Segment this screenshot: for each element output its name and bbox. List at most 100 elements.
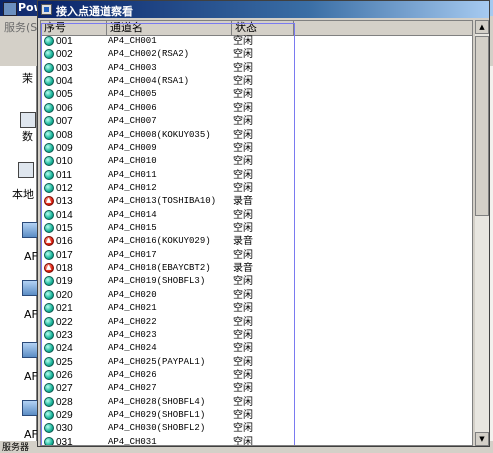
channel-name: AP4_CH011 xyxy=(108,169,157,180)
channel-id: 025 xyxy=(56,356,73,368)
scroll-down-button[interactable]: ▼ xyxy=(475,432,489,446)
channel-id: 004 xyxy=(56,76,73,88)
table-row[interactable]: 013 AP4_CH013(TOSHIBA10) 录音 xyxy=(41,195,472,208)
table-row[interactable]: 030 AP4_CH030(SHOBFL2) 空闲 xyxy=(41,422,472,435)
column-header-name[interactable]: 通道名 xyxy=(107,21,232,35)
scroll-thumb[interactable] xyxy=(475,36,489,216)
table-row[interactable]: 008 AP4_CH008(KOKUY035) 空闲 xyxy=(41,129,472,142)
channel-state: 空闲 xyxy=(233,276,253,288)
table-row[interactable]: 024 AP4_CH024 空闲 xyxy=(41,342,472,355)
channel-state: 录音 xyxy=(233,236,253,248)
table-row[interactable]: 003 AP4_CH003 空闲 xyxy=(41,62,472,75)
idle-status-icon xyxy=(44,303,54,314)
access-point-icon[interactable] xyxy=(22,280,38,296)
tree-label[interactable]: AF xyxy=(24,308,38,321)
dialog-scrollbar[interactable]: ▲ ▼ xyxy=(475,20,489,446)
table-row[interactable]: 001 AP4_CH001 空闲 xyxy=(41,35,472,48)
idle-status-icon xyxy=(44,89,54,100)
table-row[interactable]: 006 AP4_CH006 空闲 xyxy=(41,102,472,115)
channel-name: AP4_CH013(TOSHIBA10) xyxy=(108,196,217,207)
idle-status-icon xyxy=(44,169,54,180)
table-row[interactable]: 015 AP4_CH015 空闲 xyxy=(41,222,472,235)
tree-label[interactable]: AF xyxy=(24,370,38,383)
channel-state: 空闲 xyxy=(233,316,253,328)
table-row[interactable]: 021 AP4_CH021 空闲 xyxy=(41,302,472,315)
table-row[interactable]: 005 AP4_CH005 空闲 xyxy=(41,88,472,101)
channel-state: 空闲 xyxy=(233,116,253,128)
channel-name: AP4_CH027 xyxy=(108,383,157,394)
channel-name: AP4_CH007 xyxy=(108,116,157,127)
channel-id: 022 xyxy=(56,316,73,328)
channel-view-dialog: 接入点通道察看 序号 通道名 状态 001 AP4_CH001 空闲 002 AP4_C… xyxy=(37,0,490,447)
table-row[interactable]: 019 AP4_CH019(SHOBFL3) 空闲 xyxy=(41,275,472,288)
channel-id: 031 xyxy=(56,436,73,446)
idle-status-icon xyxy=(44,316,54,327)
table-row[interactable]: 002 AP4_CH002(RSA2) 空闲 xyxy=(41,48,472,61)
scroll-up-button[interactable]: ▲ xyxy=(475,20,489,34)
table-row[interactable]: 022 AP4_CH022 空闲 xyxy=(41,316,472,329)
table-row[interactable]: 020 AP4_CH020 空闲 xyxy=(41,289,472,302)
table-row[interactable]: 009 AP4_CH009 空闲 xyxy=(41,142,472,155)
channel-id: 015 xyxy=(56,223,73,235)
channel-id: 008 xyxy=(56,129,73,141)
channel-id: 021 xyxy=(56,303,73,315)
tree-label[interactable]: 茉 xyxy=(22,70,33,86)
channel-id: 030 xyxy=(56,423,73,435)
channel-id: 028 xyxy=(56,396,73,408)
table-row[interactable]: 017 AP4_CH017 空闲 xyxy=(41,249,472,262)
table-row[interactable]: 028 AP4_CH028(SHOBFL4) 空闲 xyxy=(41,396,472,409)
table-row[interactable]: 025 AP4_CH025(PAYPAL1) 空闲 xyxy=(41,356,472,369)
table-row[interactable]: 029 AP4_CH029(SHOBFL1) 空闲 xyxy=(41,409,472,422)
dialog-titlebar[interactable]: 接入点通道察看 xyxy=(38,1,489,18)
channel-list[interactable]: 序号 通道名 状态 001 AP4_CH001 空闲 002 AP4_CH002(RSA… xyxy=(40,20,473,446)
channel-state: 空闲 xyxy=(233,289,253,301)
tree-label[interactable]: 数 xyxy=(22,128,33,144)
tree-label[interactable]: AF xyxy=(24,250,38,263)
table-row[interactable]: 004 AP4_CH004(RSA1) 空闲 xyxy=(41,75,472,88)
database-icon[interactable] xyxy=(20,112,36,128)
access-point-icon[interactable] xyxy=(22,222,38,238)
table-row[interactable]: 023 AP4_CH023 空闲 xyxy=(41,329,472,342)
table-row[interactable]: 018 AP4_CH018(EBAYCBT2) 录音 xyxy=(41,262,472,275)
channel-name: AP4_CH028(SHOBFL4) xyxy=(108,396,206,407)
column-header-state[interactable]: 状态 xyxy=(232,21,294,35)
table-row[interactable]: 010 AP4_CH010 空闲 xyxy=(41,155,472,168)
channel-state: 空闲 xyxy=(233,156,253,168)
table-row[interactable]: 012 AP4_CH012 空闲 xyxy=(41,182,472,195)
recording-status-icon xyxy=(44,236,54,247)
access-point-icon[interactable] xyxy=(22,400,38,416)
channel-name: AP4_CH022 xyxy=(108,316,157,327)
table-row[interactable]: 026 AP4_CH026 空闲 xyxy=(41,369,472,382)
channel-name: AP4_CH016(KOKUY029) xyxy=(108,236,211,247)
table-row[interactable]: 031 AP4_CH031 空闲 xyxy=(41,436,472,446)
channel-name: AP4_CH012 xyxy=(108,182,157,193)
channel-name: AP4_CH029(SHOBFL1) xyxy=(108,410,206,421)
channel-id: 027 xyxy=(56,383,73,395)
channel-state: 空闲 xyxy=(233,76,253,88)
channel-id: 007 xyxy=(56,116,73,128)
idle-status-icon xyxy=(44,182,54,193)
channel-id: 013 xyxy=(56,196,73,208)
tree-label[interactable]: 本地 xyxy=(12,186,34,202)
computer-icon[interactable] xyxy=(18,162,34,178)
access-point-icon[interactable] xyxy=(22,342,38,358)
menu-service[interactable]: 服务(S xyxy=(4,19,37,35)
idle-status-icon xyxy=(44,423,54,434)
table-row[interactable]: 014 AP4_CH014 空闲 xyxy=(41,209,472,222)
channel-id: 009 xyxy=(56,142,73,154)
channel-id: 010 xyxy=(56,156,73,168)
idle-status-icon xyxy=(44,62,54,73)
channel-state: 空闲 xyxy=(233,142,253,154)
channel-name: AP4_CH030(SHOBFL2) xyxy=(108,423,206,434)
table-row[interactable]: 016 AP4_CH016(KOKUY029) 录音 xyxy=(41,235,472,248)
idle-status-icon xyxy=(44,76,54,87)
table-row[interactable]: 011 AP4_CH011 空闲 xyxy=(41,169,472,182)
table-row[interactable]: 007 AP4_CH007 空闲 xyxy=(41,115,472,128)
list-header: 序号 通道名 状态 xyxy=(41,21,472,36)
channel-name: AP4_CH018(EBAYCBT2) xyxy=(108,263,211,274)
channel-state: 空闲 xyxy=(233,102,253,114)
channel-name: AP4_CH010 xyxy=(108,156,157,167)
column-header-id[interactable]: 序号 xyxy=(41,21,107,35)
idle-status-icon xyxy=(44,223,54,234)
table-row[interactable]: 027 AP4_CH027 空闲 xyxy=(41,382,472,395)
